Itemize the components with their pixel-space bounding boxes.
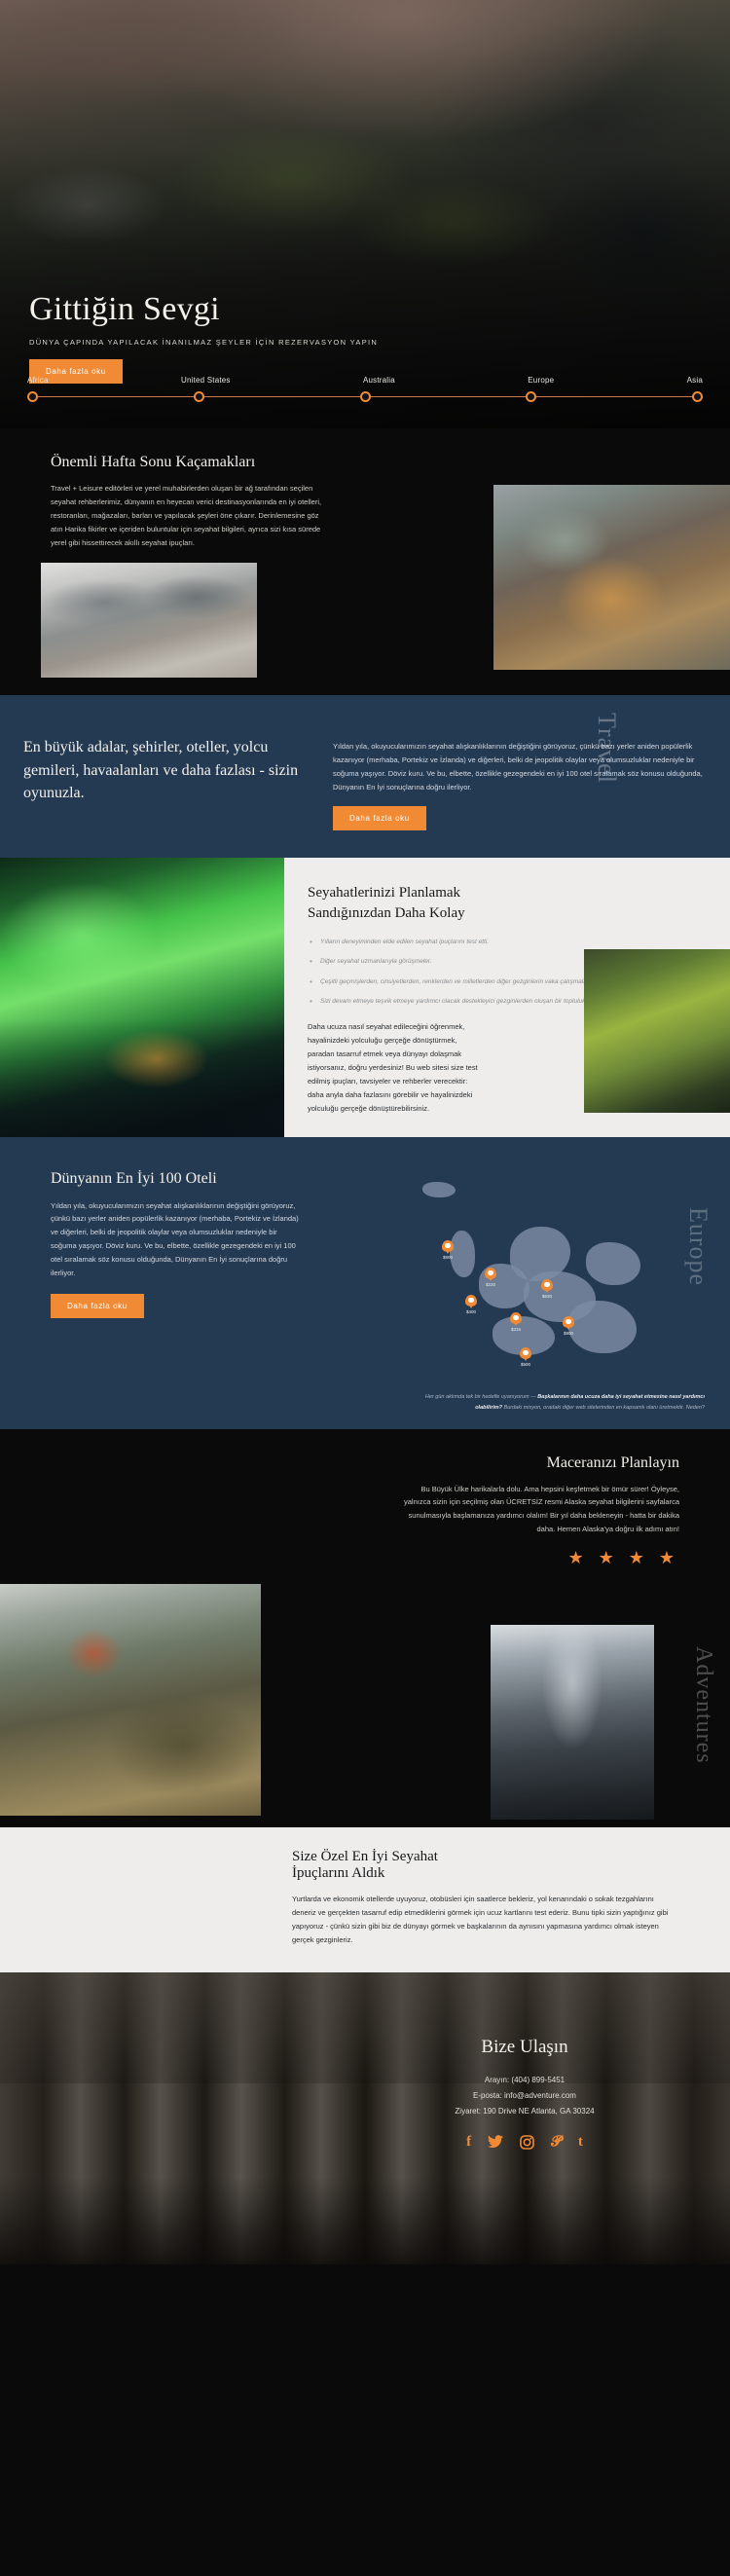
- travel-tips-heading: Size Özel En İyi Seyahat İpuçlarını Aldı…: [292, 1849, 438, 1881]
- destination-dot-africa[interactable]: [27, 391, 38, 402]
- map-pin[interactable]: $400: [465, 1294, 477, 1314]
- weekend-escapes-heading: Önemli Hafta Sonu Kaçamakları: [51, 454, 256, 470]
- travel-right-column: Yıldan yıla, okuyucularımızın seyahat al…: [333, 736, 707, 830]
- map-pin[interactable]: $630: [541, 1278, 553, 1299]
- destination-dot-united-states[interactable]: [193, 391, 204, 402]
- jumping-traveler-photo: [0, 1584, 261, 1816]
- contact-heading: Bize Ulaşın: [481, 2036, 568, 2057]
- contact-block: Bize Ulaşın Arayın: (404) 899-5451 E-pos…: [364, 2037, 685, 2150]
- map-pin[interactable]: $220: [485, 1267, 496, 1287]
- hero-section: Gittiğin Sevgi DÜNYA ÇAPINDA YAPILACAK İ…: [0, 0, 730, 428]
- weekend-escapes-paragraph: Travel + Leisure editörleri ve yerel muh…: [51, 484, 322, 547]
- map-pin-label: $500: [520, 1361, 531, 1367]
- hero-content: Gittiğin Sevgi DÜNYA ÇAPINDA YAPILACAK İ…: [29, 291, 701, 428]
- rating-stars: ★ ★ ★ ★: [567, 1548, 679, 1567]
- quote-tail: Burdaki misyon, oradaki diğer web sitele…: [502, 1404, 705, 1411]
- map-pin[interactable]: $800: [442, 1239, 454, 1260]
- map-landmass-baltics: [586, 1241, 640, 1285]
- adventure-photos: Adventures: [0, 1584, 730, 1827]
- twitter-icon[interactable]: [488, 2134, 504, 2150]
- map-pin-label: $400: [465, 1308, 477, 1314]
- pinterest-icon[interactable]: 𝓟: [551, 2134, 562, 2150]
- map-landmass-east-europe: [568, 1300, 637, 1353]
- destination-dot-asia[interactable]: [692, 391, 703, 402]
- travel-heading: En büyük adalar, şehirler, oteller, yolc…: [23, 739, 299, 801]
- map-pin-label: $220: [485, 1281, 496, 1287]
- adventure-section: Maceranızı Planlayın Bu Büyük Ülke harik…: [0, 1428, 730, 1827]
- map-landmass-iceland: [422, 1181, 456, 1197]
- contact-address[interactable]: Ziyaret: 190 Drive NE Atlanta, GA 30324: [364, 2104, 685, 2119]
- destination-label-africa[interactable]: Africa: [27, 376, 49, 385]
- map-pin-label: $800: [442, 1254, 454, 1260]
- adventure-header: Maceranızı Planlayın Bu Büyük Ülke harik…: [0, 1454, 730, 1569]
- map-pin-label: $900: [563, 1330, 574, 1336]
- travel-read-more-button[interactable]: Daha fazla oku: [333, 805, 426, 830]
- top-hotels-heading: Dünyanın En İyi 100 Oteli: [51, 1169, 217, 1187]
- planning-heading: Seyahatlerinizi Planlamak Sandığınızdan …: [308, 884, 465, 921]
- planning-section: Seyahatlerinizi Planlamak Sandığınızdan …: [0, 857, 730, 1137]
- travel-paragraph: Yıldan yıla, okuyucularımızın seyahat al…: [333, 742, 703, 791]
- landing-page: Gittiğin Sevgi DÜNYA ÇAPINDA YAPILACAK İ…: [0, 0, 730, 2264]
- travel-button-row: Daha fazla oku: [333, 805, 707, 830]
- destination-label-united-states[interactable]: United States: [181, 376, 231, 385]
- aurora-photo: [0, 857, 284, 1137]
- destination-rail: Africa United States Australia Europe As…: [0, 376, 730, 403]
- instagram-icon[interactable]: [520, 2134, 534, 2150]
- weekend-escapes-photos: [0, 485, 730, 695]
- adventure-heading: Maceranızı Planlayın: [546, 1454, 679, 1471]
- destination-label-asia[interactable]: Asia: [687, 376, 703, 385]
- contact-footer: Bize Ulaşın Arayın: (404) 899-5451 E-pos…: [0, 1971, 730, 2264]
- mountains-photo: [41, 563, 257, 679]
- travel-vertical-label: Travel: [593, 713, 621, 785]
- travel-tips-section: Size Özel En İyi Seyahat İpuçlarını Aldı…: [0, 1827, 730, 1972]
- hotels-read-more-button[interactable]: Daha fazla oku: [51, 1293, 144, 1318]
- travel-section: Travel En büyük adalar, şehirler, otelle…: [0, 695, 730, 858]
- destination-track: [27, 391, 703, 403]
- top-hotels-section: Dünyanın En İyi 100 Oteli Yıldan yıla, o…: [0, 1136, 730, 1429]
- planning-bullet: Yılların deneyiminden elde edilen seyaha…: [308, 936, 709, 949]
- social-links: f 𝓟 t: [364, 2134, 685, 2150]
- top-hotels-paragraph: Yıldan yıla, okuyucularımızın seyahat al…: [51, 1200, 299, 1277]
- destination-labels: Africa United States Australia Europe As…: [27, 376, 703, 385]
- hero-subtitle: DÜNYA ÇAPINDA YAPILACAK İNANILMAZ ŞEYLER…: [29, 338, 379, 347]
- map-pin-label: $315: [510, 1326, 522, 1332]
- map-pin[interactable]: $500: [520, 1346, 531, 1367]
- weekend-escapes-section: Önemli Hafta Sonu Kaçamakları Travel + L…: [0, 428, 730, 696]
- contact-email[interactable]: E-posta: info@adventure.com: [364, 2088, 685, 2104]
- adventure-paragraph: Bu Büyük Ülke harikalarla dolu. Ama heps…: [403, 1484, 679, 1534]
- highland-cow-photo: [493, 485, 730, 671]
- europe-map[interactable]: $800 $220 $400 $315 $630 $900 $500: [395, 1170, 689, 1384]
- travel-left-column: En büyük adalar, şehirler, oteller, yolc…: [23, 736, 315, 830]
- map-pin[interactable]: $315: [510, 1311, 522, 1332]
- hero-title: Gittiğin Sevgi: [29, 291, 220, 327]
- quote-lead: Her gün aklımda tek bir hedefle uyanıyor…: [424, 1394, 538, 1401]
- planning-paragraph: Daha ucuza nasıl seyahat edileceğini öğr…: [308, 1022, 478, 1113]
- map-pin[interactable]: $900: [563, 1315, 574, 1336]
- contact-phone[interactable]: Arayın: (404) 899-5451: [364, 2073, 685, 2088]
- destination-dots: [27, 391, 703, 402]
- destination-dot-australia[interactable]: [359, 391, 371, 402]
- top-hotels-text: Dünyanın En İyi 100 Oteli Yıldan yıla, o…: [0, 1170, 302, 1318]
- map-landmass-britain: [450, 1230, 475, 1277]
- destination-dot-europe[interactable]: [526, 391, 537, 402]
- facebook-icon[interactable]: f: [466, 2134, 471, 2150]
- bridge-corridor-photo: [491, 1625, 654, 1820]
- tumblr-icon[interactable]: t: [578, 2134, 583, 2150]
- top-hotels-button-row: Daha fazla oku: [51, 1293, 302, 1318]
- travel-tips-paragraph: Yurtlarda ve ekonomik otellerde uyuyoruz…: [292, 1895, 669, 1944]
- mission-quote: Her gün aklımda tek bir hedefle uyanıyor…: [422, 1392, 705, 1413]
- map-pin-label: $630: [541, 1293, 553, 1299]
- wildflowers-photo: [584, 948, 730, 1113]
- destination-label-australia[interactable]: Australia: [363, 376, 395, 385]
- destination-label-europe[interactable]: Europe: [528, 376, 554, 385]
- adventures-vertical-label: Adventures: [691, 1646, 716, 1764]
